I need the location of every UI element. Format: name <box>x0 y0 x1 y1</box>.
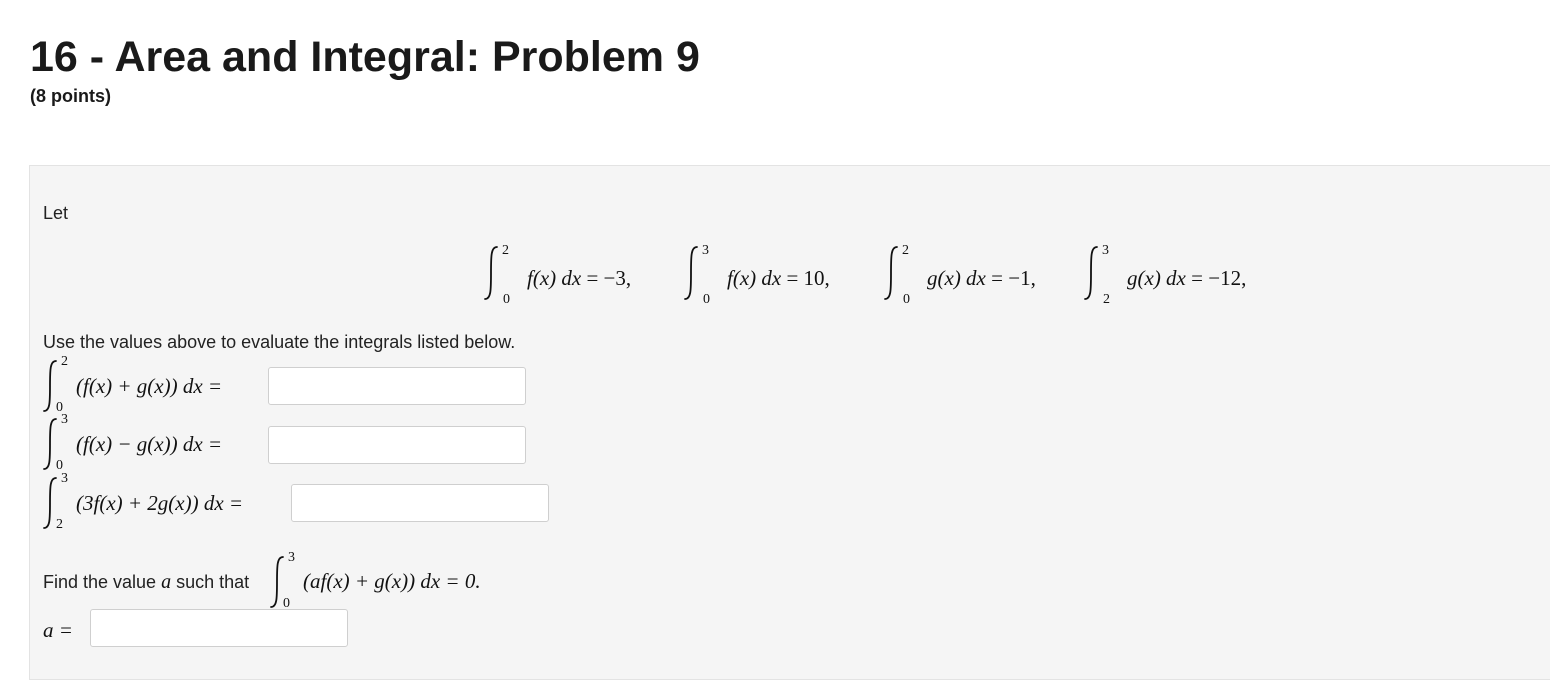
upper-bound: 3 <box>702 243 709 258</box>
find-text: Find the value a such that <box>43 571 250 593</box>
lower-bound: 0 <box>703 292 710 307</box>
find-expression: (af(x) + g(x)) dx = 0. <box>303 569 481 593</box>
given-expression: g(x) dx = −12, <box>1127 266 1247 290</box>
given-expression: g(x) dx = −1, <box>927 266 1036 290</box>
integral-sign-icon <box>684 246 698 300</box>
integral-sign-icon <box>484 246 498 300</box>
lower-bound: 0 <box>903 292 910 307</box>
instruction-text: Use the values above to evaluate the int… <box>43 332 516 352</box>
integral-sign-icon <box>884 246 898 300</box>
question-expression: (3f(x) + 2g(x)) dx = <box>76 491 244 515</box>
upper-bound: 3 <box>1102 243 1109 258</box>
answer-input-3[interactable] <box>291 484 549 522</box>
given-expression: f(x) dx = 10, <box>727 266 830 290</box>
question-expression: (f(x) − g(x)) dx = <box>76 432 223 456</box>
upper-bound: 2 <box>502 243 509 258</box>
lower-bound: 2 <box>1103 292 1110 307</box>
answer-input-1[interactable] <box>268 367 526 405</box>
given-expression: f(x) dx = −3, <box>527 266 632 290</box>
upper-bound: 2 <box>902 243 909 258</box>
upper-bound: 2 <box>61 354 68 369</box>
points-label: (8 points) <box>30 86 111 106</box>
answer-input-a[interactable] <box>90 609 348 647</box>
integral-sign-icon <box>1084 246 1098 300</box>
problem-panel: Let 2 0 f(x) dx = −3, 3 0 f(x) dx = 10, … <box>29 165 1550 680</box>
upper-bound: 3 <box>288 550 295 565</box>
lower-bound: 2 <box>56 517 63 532</box>
question-expression: (f(x) + g(x)) dx = <box>76 374 223 398</box>
let-label: Let <box>43 203 69 223</box>
a-label: a = <box>43 618 73 642</box>
lower-bound: 0 <box>503 292 510 307</box>
upper-bound: 3 <box>61 412 68 427</box>
page-title: 16 - Area and Integral: Problem 9 <box>30 33 700 81</box>
answer-input-2[interactable] <box>268 426 526 464</box>
upper-bound: 3 <box>61 471 68 486</box>
